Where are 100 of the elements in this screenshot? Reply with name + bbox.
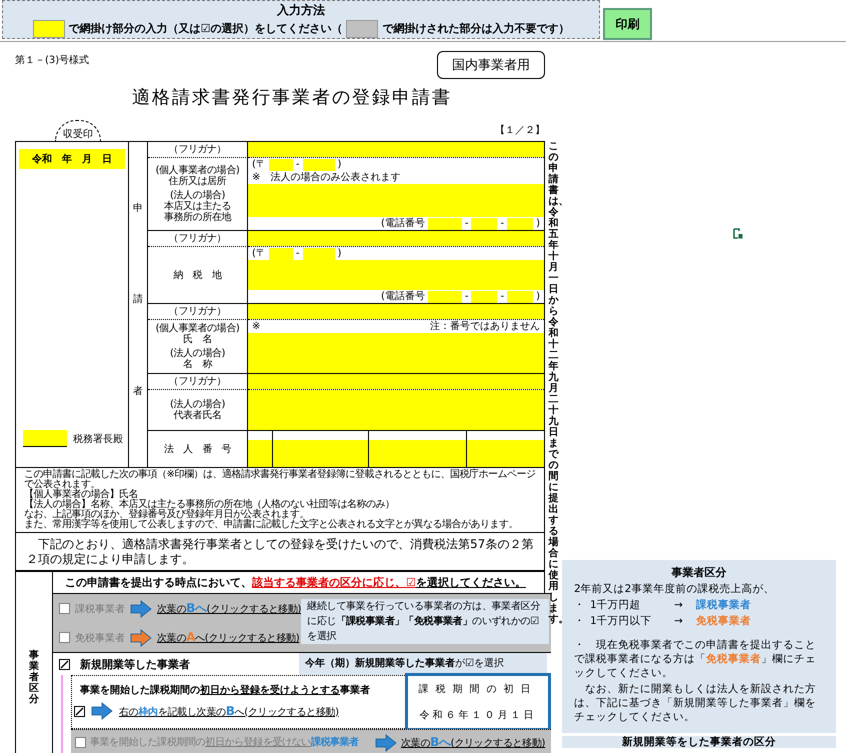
form-title: 適格請求書発行事業者の登録申請書 (132, 86, 453, 110)
note-box: 継続して事業を行っている事業者の方は、事業者区分に応じ「課税事業者」「免税事業者」のいずれかの☑を選択 (301, 599, 550, 644)
option-label: 課税事業者 (75, 602, 125, 616)
notice-text: この申請書に記載した次の事項（※印欄）は、適格請求書発行事業者登録簿に登載されるとともに、国税庁ホームページで公表されます。 (24, 470, 536, 490)
field-label: 納 税 地 (173, 270, 222, 280)
checkbox[interactable] (59, 658, 70, 670)
field-label: （フリガナ） (168, 144, 226, 155)
checkbox[interactable] (59, 603, 70, 614)
input-field[interactable] (471, 290, 498, 302)
input-field[interactable] (466, 431, 544, 467)
input-field[interactable] (268, 158, 293, 170)
phone-label: (電話番号 (380, 218, 425, 230)
category-badge: 国内事業者用 (437, 51, 545, 79)
notice-text: 【法人の場合】名称、本店又は主たる事務所の所在地（人格のない社団等は名称のみ） (24, 500, 396, 510)
input-field[interactable] (248, 333, 544, 373)
panel-text: なお、新たに開業もしくは法人を新設された方は、下記に基づき「新規開業等した事業者」欄をチェックしてください。 (574, 682, 817, 724)
panel-title: 事業者区分 (670, 565, 728, 580)
stamp-area: 収受印 (55, 120, 101, 141)
input-field[interactable] (272, 431, 368, 467)
rule-condition: 1千万円以下 (590, 614, 653, 628)
bullet-text: ・ (574, 598, 586, 612)
input-field[interactable] (248, 184, 544, 217)
declaration-text: 下記のとおり、適格請求書発行事業者としての登録を受けたいので、消費税法第57条の２第２項の規定により申請します。 (15, 533, 545, 571)
field-label: （フリガナ） (168, 233, 226, 244)
separator-text: - (464, 290, 468, 302)
instruction-text: この申請書を提出する時点において、該当する事業者の区分に応じ、☑を選択してください。 (65, 576, 526, 590)
input-field[interactable] (23, 430, 67, 447)
checkbox[interactable] (59, 632, 70, 643)
tax-office-label: 税務署長殿 (73, 432, 123, 446)
print-button[interactable]: 印刷 (603, 8, 652, 40)
postal-label: ) (338, 248, 342, 260)
option-text: 事業を開始した課税期間の初日から登録を受けようとする事業者 (80, 684, 371, 698)
panel-heading: 新規開業等をした事業者の区分 (562, 736, 836, 748)
separator-text: - (500, 218, 504, 230)
option-label: 免税事業者 (75, 632, 125, 644)
field-label: （フリガナ） (168, 306, 226, 317)
period-value[interactable]: 令和６年１０月１日 (420, 708, 537, 722)
field-label: (法人の場合) 名 称 (170, 348, 225, 370)
arrow-text: → (674, 615, 684, 627)
input-field[interactable] (248, 390, 544, 430)
phone-label: ) (536, 218, 540, 230)
postal-label: (〒 (252, 248, 266, 260)
separator-text: - (296, 158, 300, 170)
input-field[interactable] (507, 218, 534, 230)
input-field[interactable] (248, 231, 544, 246)
rule-condition: 1千万円超 (590, 598, 642, 612)
applicant-label: 申 (133, 202, 143, 215)
field-label: (法人の場合) 本店又は主たる 事務所の所在地 (164, 190, 232, 223)
postal-label: (〒 (252, 158, 266, 170)
guide-text: で網掛けされた部分は入力不要です） (382, 21, 570, 36)
input-field[interactable] (471, 218, 498, 230)
input-field[interactable] (428, 218, 462, 230)
separator-text: - (500, 290, 504, 302)
applicant-label: 者 (133, 384, 143, 398)
period-title: 課税期間の初日 (418, 682, 538, 696)
rule-result: 免税事業者 (696, 614, 752, 628)
input-field[interactable] (248, 374, 544, 389)
phone-label: ) (536, 290, 540, 302)
note-mark: ※ (252, 320, 260, 332)
postal-label: ) (338, 158, 342, 170)
note-text: ※ 法人の場合のみ公表されます (252, 172, 400, 184)
notice-text: なお、上記事項のほか、登録番号及び登録年月日が公表されます。 (24, 510, 309, 520)
note-text: 注：番号ではありません (430, 320, 540, 332)
field-label: （フリガナ） (168, 376, 226, 387)
guide-title: 入力方法 (277, 2, 325, 18)
input-field[interactable] (248, 304, 544, 319)
field-label: (個人事業者の場合) 氏 名 (156, 323, 240, 345)
input-field[interactable] (507, 290, 534, 302)
input-field[interactable] (302, 248, 335, 260)
applicant-label: 請 (133, 292, 143, 306)
section-label: 事業者区分 (29, 650, 39, 707)
input-field[interactable] (428, 290, 462, 302)
phone-label: (電話番号 (380, 290, 425, 302)
arrow-text: → (674, 599, 684, 611)
separator-text: - (464, 218, 468, 230)
field-label: 法 人 番 号 (164, 444, 232, 454)
input-field[interactable] (248, 142, 544, 157)
guide-text: で網掛け部分の入力（又は☑の選択）をしてください（ (68, 21, 342, 36)
checkbox[interactable] (75, 737, 86, 748)
option-text: 事業を開始した課税期間の初日から登録を受けない課税事業者 (90, 736, 359, 750)
notice-text: 【個人事業者の場合】氏名 (24, 490, 138, 500)
input-field[interactable] (248, 260, 544, 290)
notice-text: また、常用漢字等を使用して公表しますので、申請書に記載した文字と公表される文字とが異なる場合があります。 (24, 520, 519, 530)
rule-result: 課税事業者 (696, 598, 752, 612)
panel-text: 2年前又は2事業年度前の課税売上高が、 (574, 582, 776, 596)
panel-text: ・ 現在免税事業者でこの申請書を提出することで課税事業者になる方は「免税事業者」欄にチェックしてください。 (574, 638, 817, 680)
date-field[interactable]: 令和 年 月 日 (19, 149, 125, 169)
field-label: (個人事業者の場合) 住所又は居所 (156, 165, 240, 187)
input-field[interactable] (368, 431, 466, 467)
field-label: (法人の場合) 代表者氏名 (170, 399, 225, 421)
input-field[interactable] (302, 158, 335, 170)
input-field[interactable] (268, 248, 293, 260)
separator-text: - (296, 248, 300, 260)
page-number: 【１／２】 (495, 124, 545, 137)
cell-cursor-icon (733, 228, 743, 239)
option-label: 新規開業等した事業者 (80, 656, 190, 672)
bullet-text: ・ (574, 614, 586, 628)
form-number: 第１－(3)号様式 (15, 54, 90, 67)
checkbox[interactable] (74, 706, 85, 716)
note-box: 今年（期）新規開業等した事業者が☑を選択 (299, 653, 548, 675)
